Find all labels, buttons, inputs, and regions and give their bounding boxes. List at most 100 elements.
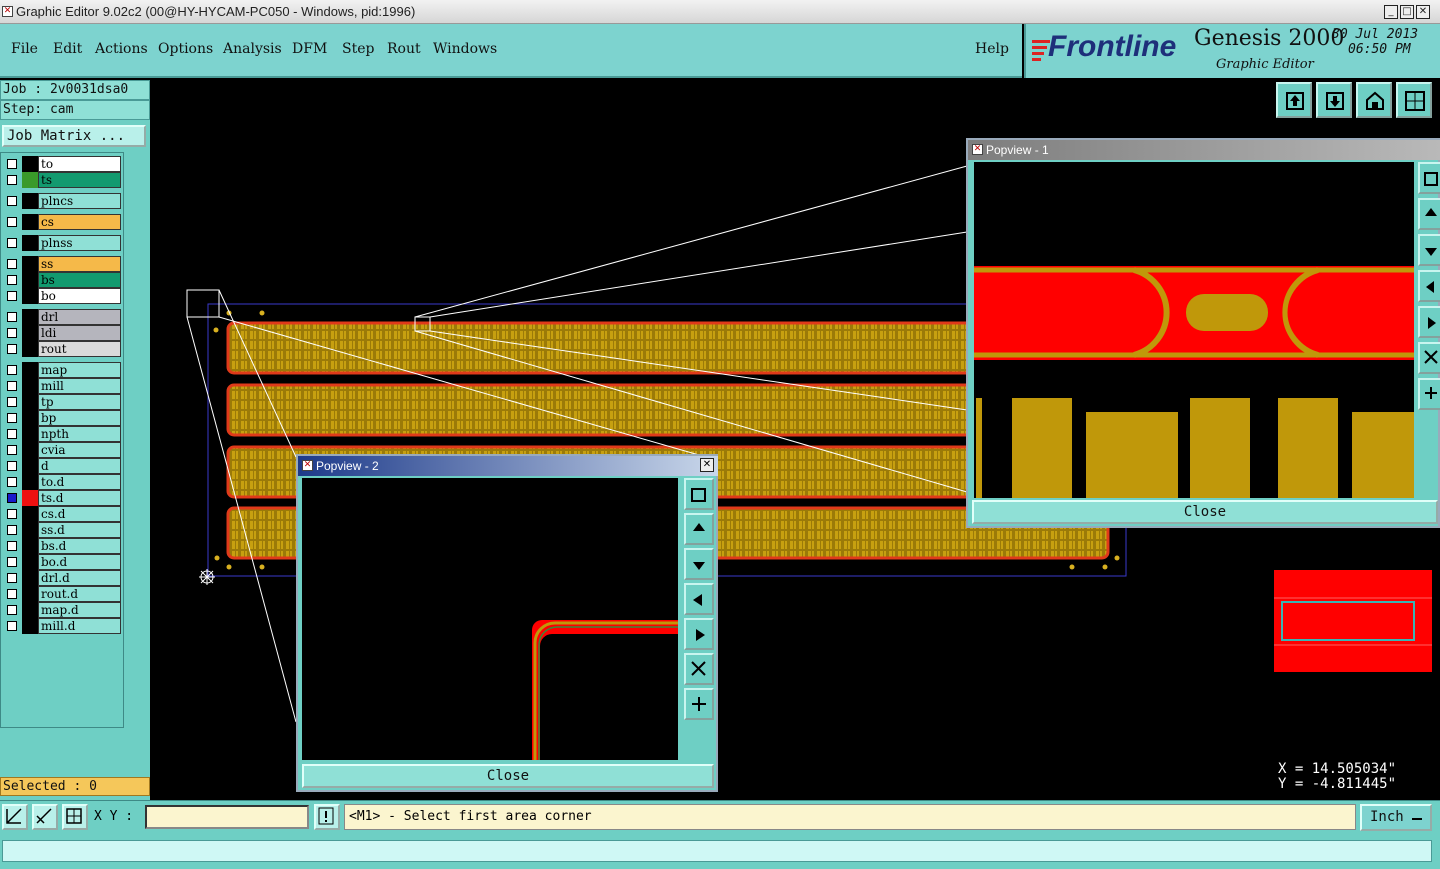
popview-1-close-button[interactable]: Close <box>972 500 1438 524</box>
layer-color-swatch[interactable] <box>22 214 38 230</box>
layer-name[interactable]: bs <box>38 272 121 288</box>
popview-1-zoom-in-button[interactable] <box>1418 342 1440 374</box>
layer-checkbox[interactable] <box>7 238 17 248</box>
layer-color-swatch[interactable] <box>22 506 38 522</box>
layer-name[interactable]: cs <box>38 214 121 230</box>
layer-name[interactable]: plncs <box>38 193 121 209</box>
zoom-home-button[interactable] <box>1276 82 1312 118</box>
popview-1-zoom-out-button[interactable] <box>1418 378 1440 410</box>
layer-checkbox[interactable] <box>7 541 17 551</box>
layer-row-bo-d[interactable]: bo.d <box>3 554 121 570</box>
popview-1-canvas[interactable] <box>974 162 1414 498</box>
layer-checkbox[interactable] <box>7 196 17 206</box>
popview-2-pan-down-button[interactable] <box>684 548 714 580</box>
layer-name[interactable]: cs.d <box>38 506 121 522</box>
layer-name[interactable]: map.d <box>38 602 121 618</box>
layer-color-swatch[interactable] <box>22 586 38 602</box>
command-line[interactable] <box>2 840 1432 862</box>
snap-mode-button[interactable] <box>2 804 28 830</box>
layer-color-swatch[interactable] <box>22 156 38 172</box>
layer-checkbox[interactable] <box>7 397 17 407</box>
popview-2-close-icon[interactable]: ✕ <box>700 458 714 472</box>
layer-name[interactable]: bp <box>38 410 121 426</box>
layer-color-swatch[interactable] <box>22 490 38 506</box>
popview-2-pan-right-button[interactable] <box>684 618 714 650</box>
layer-checkbox[interactable] <box>7 525 17 535</box>
layer-row-rout[interactable]: rout <box>3 341 121 357</box>
layer-row-mill[interactable]: mill <box>3 378 121 394</box>
layer-row-bp[interactable]: bp <box>3 410 121 426</box>
layer-name[interactable]: npth <box>38 426 121 442</box>
layer-row-drl[interactable]: drl <box>3 309 121 325</box>
layer-color-swatch[interactable] <box>22 193 38 209</box>
layer-row-ts-d[interactable]: ts.d <box>3 490 121 506</box>
layer-name[interactable]: rout.d <box>38 586 121 602</box>
layer-name[interactable]: tp <box>38 394 121 410</box>
layer-name[interactable]: to.d <box>38 474 121 490</box>
layer-row-npth[interactable]: npth <box>3 426 121 442</box>
layer-name[interactable]: bo <box>38 288 121 304</box>
layer-checkbox[interactable] <box>7 509 17 519</box>
layer-color-swatch[interactable] <box>22 394 38 410</box>
layer-color-swatch[interactable] <box>22 341 38 357</box>
layer-name[interactable]: bs.d <box>38 538 121 554</box>
layer-checkbox[interactable] <box>7 589 17 599</box>
layer-checkbox[interactable] <box>7 621 17 631</box>
popview-2-pan-left-button[interactable] <box>684 583 714 615</box>
layer-checkbox[interactable] <box>7 461 17 471</box>
layer-checkbox[interactable] <box>7 573 17 583</box>
layer-checkbox[interactable] <box>7 312 17 322</box>
layer-checkbox[interactable] <box>7 275 17 285</box>
layer-name[interactable]: ts.d <box>38 490 121 506</box>
layer-color-swatch[interactable] <box>22 325 38 341</box>
menu-help[interactable]: Help <box>975 41 1009 57</box>
layer-name[interactable]: mill <box>38 378 121 394</box>
popview-2-pan-up-button[interactable] <box>684 513 714 545</box>
layer-checkbox[interactable] <box>7 328 17 338</box>
layer-checkbox[interactable] <box>7 557 17 567</box>
layer-checkbox[interactable] <box>7 381 17 391</box>
layer-row-d[interactable]: d <box>3 458 121 474</box>
menu-step[interactable]: Step <box>342 41 374 57</box>
layer-color-swatch[interactable] <box>22 309 38 325</box>
layer-checkbox[interactable] <box>7 217 17 227</box>
layer-row-plncs[interactable]: plncs <box>3 193 121 209</box>
layer-row-bs-d[interactable]: bs.d <box>3 538 121 554</box>
minimize-button[interactable]: _ <box>1384 5 1398 19</box>
grid-view-button[interactable] <box>1396 82 1432 118</box>
menu-edit[interactable]: Edit <box>53 41 82 57</box>
layer-name[interactable]: cvia <box>38 442 121 458</box>
popview-1-zoom-fit-button[interactable] <box>1418 162 1440 194</box>
layer-row-ldi[interactable]: ldi <box>3 325 121 341</box>
layer-row-to-d[interactable]: to.d <box>3 474 121 490</box>
layer-color-swatch[interactable] <box>22 442 38 458</box>
layer-color-swatch[interactable] <box>22 362 38 378</box>
popview-1-pan-up-button[interactable] <box>1418 198 1440 230</box>
layer-checkbox[interactable] <box>7 429 17 439</box>
menu-windows[interactable]: Windows <box>433 41 497 57</box>
layer-checkbox[interactable] <box>7 159 17 169</box>
layer-checkbox[interactable] <box>7 493 17 503</box>
grid-mode-button[interactable] <box>62 804 88 830</box>
layer-color-swatch[interactable] <box>22 172 38 188</box>
layer-name[interactable]: ss.d <box>38 522 121 538</box>
layer-row-ss-d[interactable]: ss.d <box>3 522 121 538</box>
layer-checkbox[interactable] <box>7 605 17 615</box>
job-matrix-button[interactable]: Job Matrix ... <box>2 125 146 147</box>
layer-checkbox[interactable] <box>7 259 17 269</box>
popview-1-pan-down-button[interactable] <box>1418 234 1440 266</box>
popview-1-pan-right-button[interactable] <box>1418 306 1440 338</box>
layer-row-ts[interactable]: ts <box>3 172 121 188</box>
layer-row-bo[interactable]: bo <box>3 288 121 304</box>
layer-name[interactable]: bo.d <box>38 554 121 570</box>
menu-options[interactable]: Options <box>158 41 213 57</box>
alert-button[interactable] <box>314 804 340 830</box>
maximize-button[interactable]: □ <box>1400 5 1414 19</box>
popview-2-zoom-in-button[interactable] <box>684 653 714 685</box>
layer-row-rout-d[interactable]: rout.d <box>3 586 121 602</box>
popview-2-zoom-out-button[interactable] <box>684 688 714 720</box>
menu-actions[interactable]: Actions <box>95 41 148 57</box>
layer-color-swatch[interactable] <box>22 538 38 554</box>
xy-input[interactable] <box>145 805 309 829</box>
layer-checkbox[interactable] <box>7 445 17 455</box>
